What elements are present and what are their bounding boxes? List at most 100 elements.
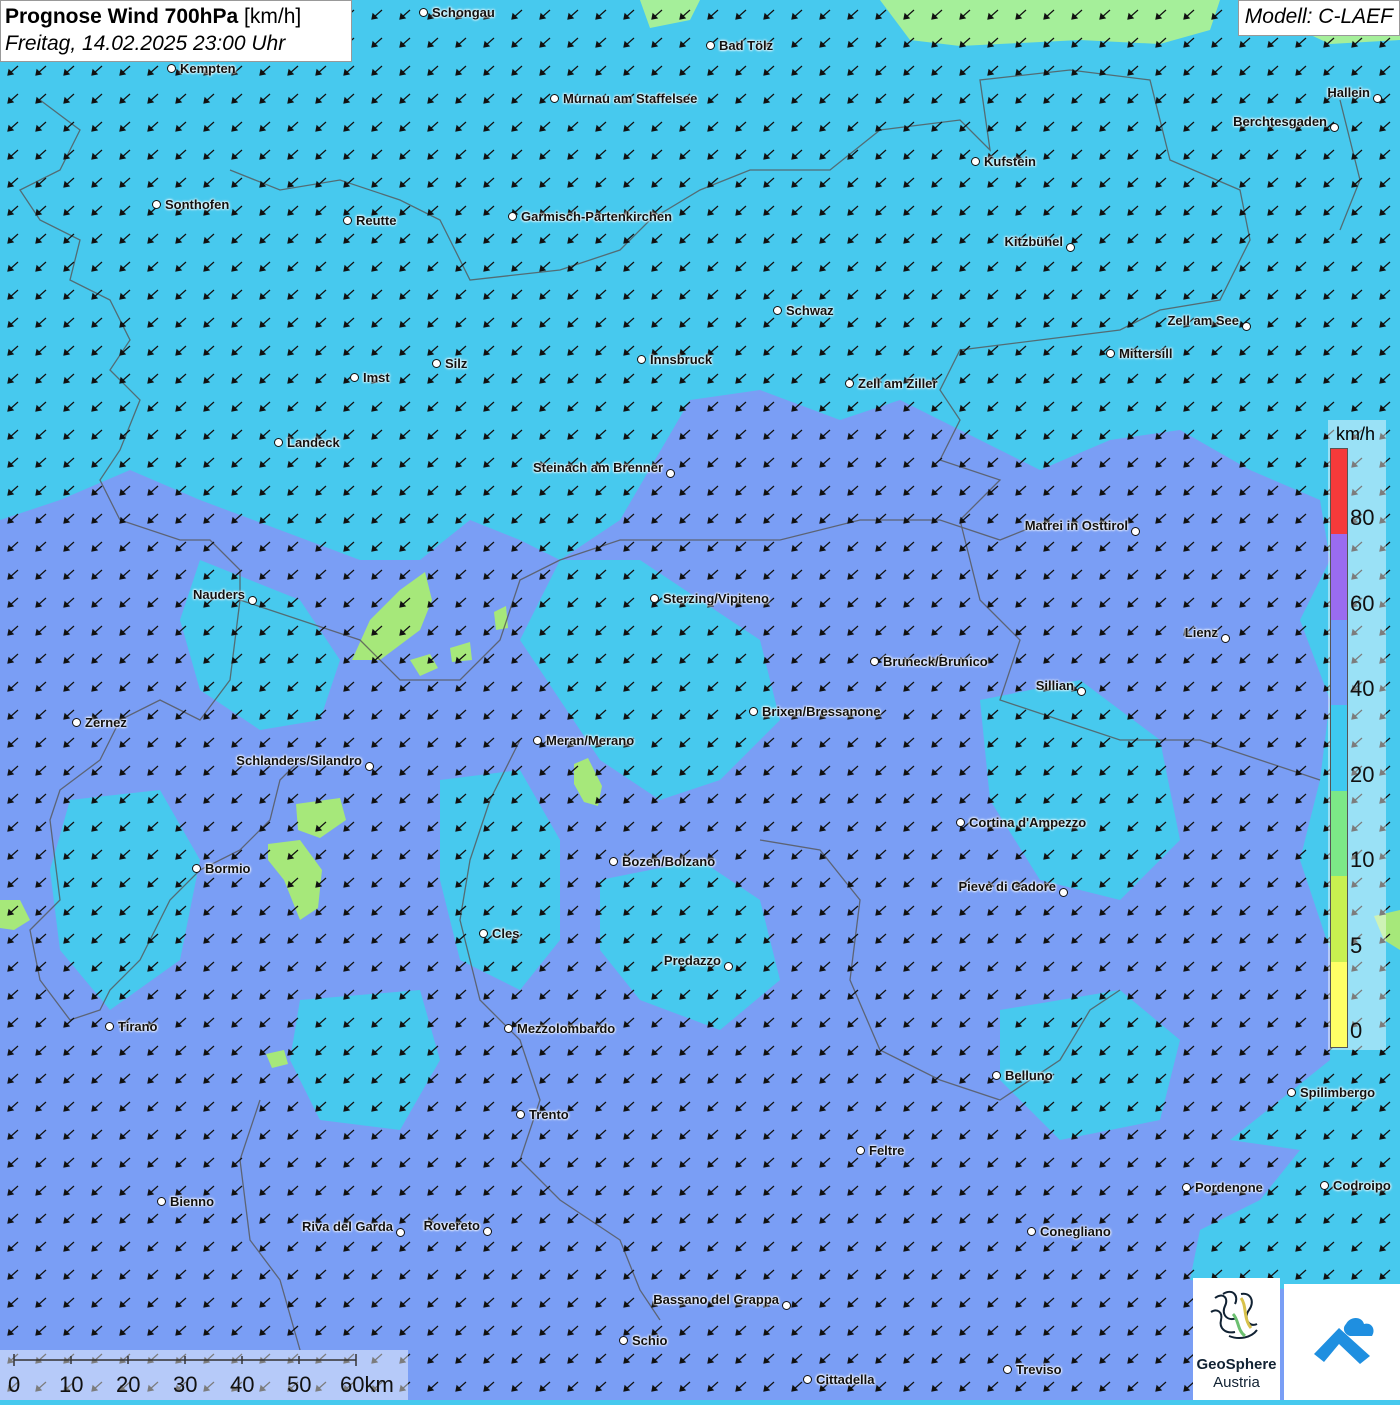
city-marker	[1287, 1088, 1296, 1097]
city-label: Bassano del Grappa	[653, 1292, 779, 1307]
city-marker	[365, 762, 374, 771]
city-label: Murnau am Staffelsee	[563, 91, 698, 106]
city-marker	[1182, 1183, 1191, 1192]
scale-label: 60km	[340, 1372, 394, 1397]
city-label: Berchtesgaden	[1233, 114, 1327, 129]
city-label: Riva del Garda	[301, 1219, 393, 1234]
city-marker	[350, 373, 359, 382]
city-label: Tirano	[118, 1019, 158, 1034]
city-label: Zell am Ziller	[858, 376, 938, 391]
city-marker	[956, 818, 965, 827]
scale-label: 10	[59, 1372, 84, 1397]
legend: km/h 0 5 10 20 40 60 80	[1328, 420, 1386, 1050]
legend-tick-label: 10	[1350, 847, 1375, 873]
city-marker	[504, 1024, 513, 1033]
city-label: Landeck	[287, 435, 340, 450]
city-label: Meran/Merano	[546, 733, 635, 748]
legend-tick-label: 20	[1350, 761, 1375, 787]
city-marker	[479, 929, 488, 938]
map-subtitle: Freitag, 14.02.2025 23:00 Uhr	[5, 32, 286, 55]
city-label: Pieve di Cadore	[958, 879, 1056, 894]
scale-label: 40	[230, 1372, 255, 1397]
city-label: Feltre	[869, 1143, 905, 1158]
legend-color-segment	[1331, 961, 1347, 1047]
city-marker	[870, 657, 879, 666]
city-marker	[992, 1071, 1001, 1080]
city-label: Mezzolombardo	[517, 1021, 616, 1036]
city-label: Bad Tölz	[719, 38, 774, 53]
model-label: Modell: C-LAEF	[1237, 0, 1400, 36]
scale-label: 20	[116, 1372, 141, 1397]
city-label: Bruneck/Brunico	[883, 654, 988, 669]
legend-tick-label: 80	[1350, 505, 1375, 531]
city-label: Codroipo	[1333, 1178, 1391, 1193]
city-marker	[650, 594, 659, 603]
city-marker	[550, 94, 559, 103]
city-marker	[1242, 322, 1251, 331]
city-marker	[1003, 1365, 1012, 1374]
city-marker	[1077, 687, 1086, 696]
city-label: Lienz	[1184, 625, 1218, 640]
city-label: Nauders	[192, 587, 245, 602]
city-marker	[192, 864, 201, 873]
city-label: Sillian	[1035, 678, 1074, 693]
city-marker	[803, 1375, 812, 1384]
scale-label: 0	[8, 1372, 21, 1397]
legend-tick-label: 40	[1350, 676, 1375, 702]
city-marker	[274, 438, 283, 447]
legend-tick-label: 5	[1350, 932, 1363, 958]
legend-color-segment	[1331, 705, 1347, 791]
legend-colorbar	[1330, 448, 1348, 1048]
city-label: Kempten	[180, 61, 236, 76]
city-label: Schongau	[432, 5, 495, 20]
legend-tick-label: 60	[1350, 590, 1375, 616]
app-logo	[1284, 1284, 1400, 1400]
city-label: Bienno	[170, 1194, 215, 1209]
geosphere-text-2: Austria	[1213, 1374, 1260, 1391]
geosphere-emblem-icon	[1210, 1290, 1258, 1339]
city-marker	[706, 41, 715, 50]
legend-color-segment	[1331, 619, 1347, 706]
city-label: Brixen/Bressanone	[762, 704, 881, 719]
city-label: Garmisch-Partenkirchen	[521, 209, 673, 224]
city-label: Predazzo	[663, 953, 721, 968]
city-marker	[248, 596, 257, 605]
city-label: Sonthofen	[165, 197, 230, 212]
city-label: Zell am See	[1167, 313, 1239, 328]
city-label: Cles	[492, 926, 520, 941]
city-label: Steinach am Brenner	[532, 460, 663, 475]
city-marker	[1320, 1181, 1329, 1190]
city-marker	[782, 1301, 791, 1310]
city-marker	[105, 1022, 114, 1031]
scale-label: 30	[173, 1372, 198, 1397]
legend-color-segment	[1331, 790, 1347, 877]
city-label: Mittersill	[1119, 346, 1173, 361]
city-marker	[619, 1336, 628, 1345]
city-label: Bormio	[205, 861, 251, 876]
city-label: Bozen/Bolzano	[622, 854, 716, 869]
mountain-cloud-icon	[1314, 1318, 1374, 1364]
city-marker	[1059, 888, 1068, 897]
city-label: Conegliano	[1040, 1224, 1111, 1239]
geosphere-text-1: GeoSphere	[1196, 1356, 1277, 1373]
scale-label: 50	[287, 1372, 312, 1397]
city-marker	[609, 857, 618, 866]
city-label: Kufstein	[984, 154, 1036, 169]
city-marker	[396, 1228, 405, 1237]
city-marker	[1330, 123, 1339, 132]
scale-bar: 0 10 20 30 40 50 60km	[0, 1350, 408, 1400]
city-marker	[1066, 243, 1075, 252]
city-marker	[508, 212, 517, 221]
legend-color-segment	[1331, 449, 1347, 535]
city-marker	[533, 736, 542, 745]
city-marker	[1106, 349, 1115, 358]
city-label: Cittadella	[816, 1372, 875, 1387]
city-marker	[152, 200, 161, 209]
city-marker	[483, 1227, 492, 1236]
city-label: Reutte	[356, 213, 397, 228]
city-label: Sterzing/Vipiteno	[663, 591, 769, 606]
city-marker	[666, 469, 675, 478]
city-marker	[516, 1110, 525, 1119]
city-label: Trento	[529, 1107, 569, 1122]
map-title: Prognose Wind 700hPa [km/h]	[5, 3, 347, 31]
